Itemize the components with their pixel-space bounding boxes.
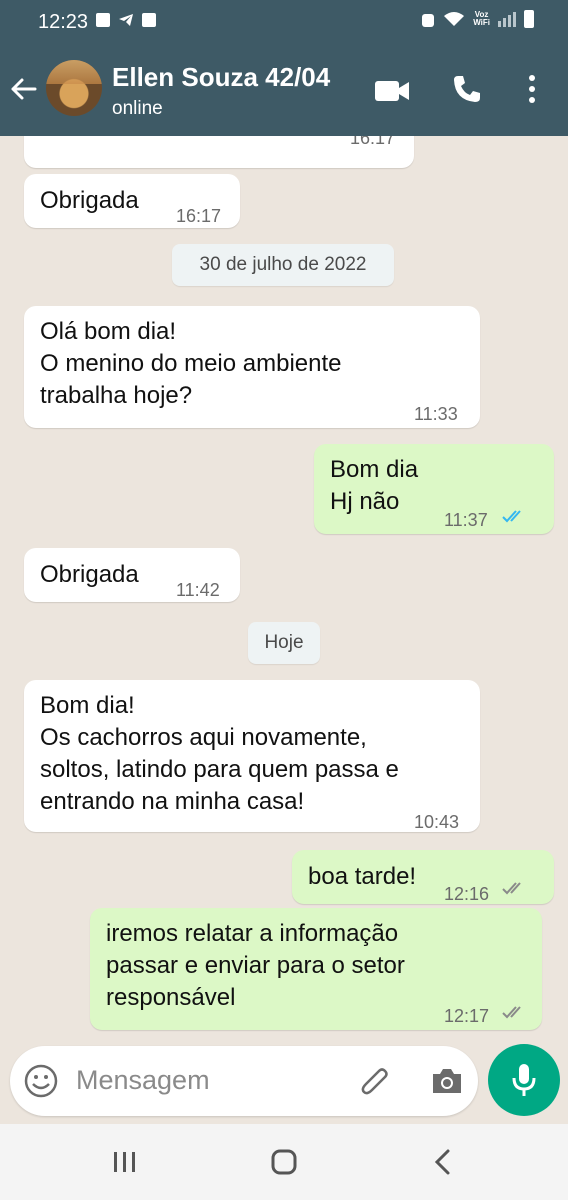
message-bubble[interactable]: boa tarde! 12:16: [292, 850, 554, 904]
message-time: 11:33: [414, 404, 458, 424]
message-time: 12:17: [444, 1006, 490, 1026]
message-time: 16:17: [350, 136, 396, 148]
delivered-ticks-icon: [502, 882, 521, 895]
chat-area[interactable]: 16:17 Obrigada 16:17 30 de julho de 2022…: [0, 136, 568, 1046]
message-bubble[interactable]: 16:17: [24, 136, 414, 168]
message-bubble[interactable]: Obrigada 16:17: [24, 174, 240, 228]
message-composer: Mensagem: [10, 1046, 478, 1116]
recent-apps-icon[interactable]: [112, 1150, 138, 1174]
status-bar: 12:23 Voz WiFi: [0, 0, 568, 44]
nav-back-icon[interactable]: [432, 1148, 452, 1176]
read-ticks-icon: [502, 510, 521, 523]
avatar[interactable]: [46, 60, 102, 116]
voz-wifi-label: Voz WiFi: [473, 10, 490, 27]
message-text: boa tarde!: [308, 863, 417, 890]
message-input[interactable]: Mensagem: [76, 1065, 210, 1096]
back-arrow-icon[interactable]: [8, 74, 38, 104]
message-text: iremos relatar a informação passar e env…: [106, 920, 405, 1011]
notification-icon: [96, 13, 110, 27]
date-separator: Hoje: [248, 622, 320, 664]
message-text: Bom dia! Os cachorros aqui novamente, so…: [40, 692, 399, 815]
notification-icons: [96, 13, 156, 27]
system-nav-bar: [0, 1124, 568, 1200]
message-time: 10:43: [414, 812, 460, 832]
message-text: Olá bom dia! O menino do meio ambiente t…: [40, 318, 342, 409]
message-text: Obrigada: [40, 561, 139, 588]
message-time: 11:42: [176, 580, 220, 600]
signal-icon: [498, 11, 516, 27]
message-time: 11:37: [444, 510, 488, 530]
message-bubble[interactable]: Bom dia Hj não 11:37: [314, 444, 554, 534]
mic-button[interactable]: [488, 1044, 560, 1116]
status-time: 12:23: [38, 11, 89, 33]
message-bubble[interactable]: Bom dia! Os cachorros aqui novamente, so…: [24, 680, 480, 832]
video-call-icon[interactable]: [374, 78, 410, 104]
mic-icon: [512, 1064, 536, 1096]
message-bubble[interactable]: iremos relatar a informação passar e env…: [90, 908, 542, 1030]
message-bubble[interactable]: Olá bom dia! O menino do meio ambiente t…: [24, 306, 480, 428]
message-time: 16:17: [176, 206, 222, 226]
photo-icon: [142, 13, 156, 27]
home-icon[interactable]: [270, 1148, 298, 1176]
message-text: Bom dia Hj não: [330, 456, 419, 515]
chat-header: Ellen Souza 42/04 online: [0, 44, 568, 136]
more-vert-icon[interactable]: [524, 74, 540, 104]
contact-name[interactable]: Ellen Souza 42/04: [112, 62, 330, 93]
message-time: 12:16: [444, 884, 490, 904]
message-bubble[interactable]: Obrigada 11:42: [24, 548, 240, 602]
date-separator: 30 de julho de 2022: [172, 244, 394, 286]
camera-icon[interactable]: [430, 1066, 464, 1096]
emoji-icon[interactable]: [24, 1064, 58, 1098]
system-icons: Voz WiFi: [421, 10, 534, 28]
attach-icon[interactable]: [360, 1064, 392, 1098]
alarm-icon: [422, 14, 435, 27]
wifi-icon: [444, 12, 465, 26]
contact-status: online: [112, 98, 163, 119]
phone-icon[interactable]: [452, 74, 482, 104]
delivered-ticks-icon: [502, 1006, 521, 1019]
battery-icon: [524, 10, 534, 28]
telegram-icon: [119, 14, 133, 26]
message-text: Obrigada: [40, 187, 139, 214]
